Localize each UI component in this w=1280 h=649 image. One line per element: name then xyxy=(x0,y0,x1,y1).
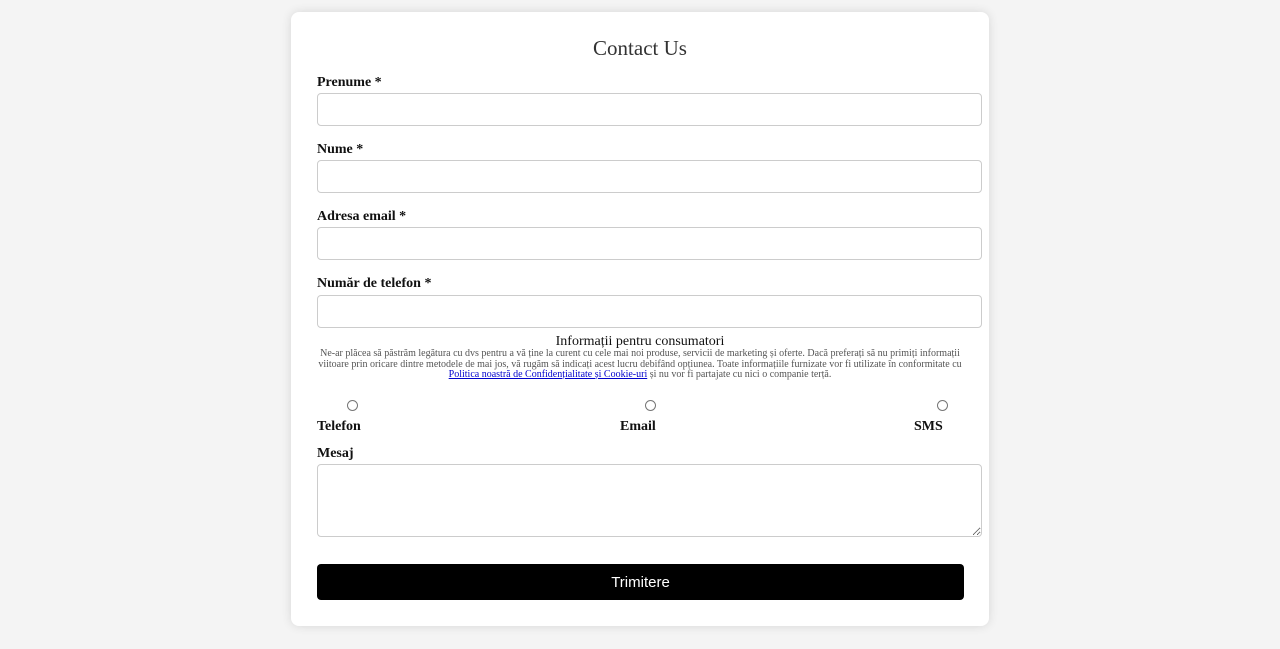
privacy-policy-link[interactable]: Politica noastră de Confidențialitate și… xyxy=(449,369,648,380)
telefon-radio[interactable] xyxy=(347,400,358,411)
consumer-info-text-end: și nu vor fi partajate cu nici o compani… xyxy=(647,369,832,380)
sms-radio[interactable] xyxy=(937,400,948,411)
contact-form-card: Contact Us Prenume * Nume * Adresa email… xyxy=(291,12,989,626)
email-radio-label: Email xyxy=(620,419,656,434)
message-textarea[interactable] xyxy=(317,464,982,537)
email-field[interactable] xyxy=(317,227,982,260)
last-name-label: Nume * xyxy=(317,142,364,157)
telefon-radio-label: Telefon xyxy=(317,419,361,434)
page-title: Contact Us xyxy=(593,36,687,60)
sms-radio-label: SMS xyxy=(914,419,943,434)
consumer-info-text-start: Ne-ar plăcea să păstrăm legătura cu dvs … xyxy=(318,348,962,370)
consumer-info-text: Ne-ar plăcea să păstrăm legătura cu dvs … xyxy=(317,348,963,381)
first-name-field[interactable] xyxy=(317,93,982,126)
message-label: Mesaj xyxy=(317,446,354,461)
first-name-label: Prenume * xyxy=(317,75,382,90)
phone-field[interactable] xyxy=(317,295,982,328)
phone-label: Număr de telefon * xyxy=(317,276,432,291)
email-radio[interactable] xyxy=(645,400,656,411)
last-name-field[interactable] xyxy=(317,160,982,193)
email-label: Adresa email * xyxy=(317,209,407,224)
submit-button[interactable]: Trimitere xyxy=(317,564,964,600)
